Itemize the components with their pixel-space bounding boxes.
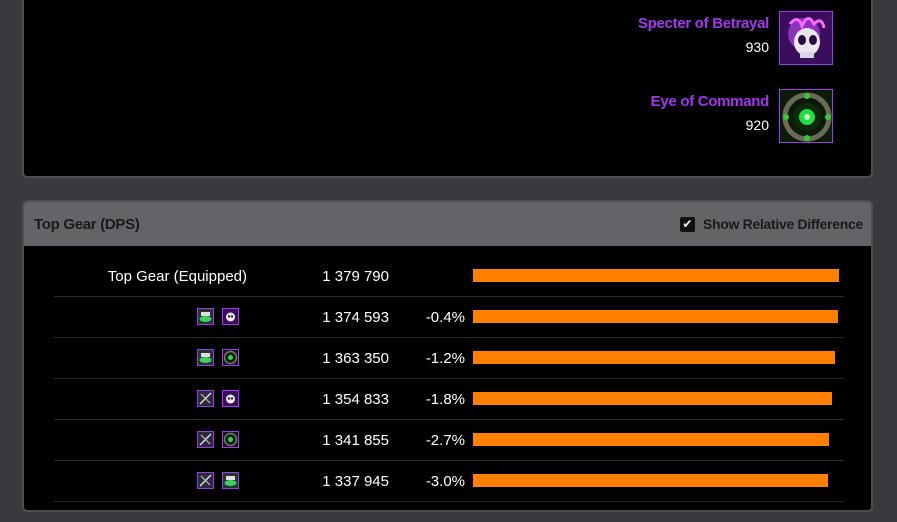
item-level: 930 (745, 39, 769, 55)
dps-bar (473, 474, 828, 487)
row-item-icons (197, 349, 239, 366)
row-relative-difference: -1.8% (425, 391, 465, 408)
equipped-items-panel: Specter of Betrayal 930 Eye of Command 9… (22, 0, 873, 178)
dps-bar-track (473, 392, 839, 405)
row-relative-difference: -0.4% (425, 309, 465, 326)
ring-green-icon[interactable] (222, 472, 239, 489)
sword-ring-icon[interactable] (197, 472, 214, 489)
row-item-icons (197, 472, 239, 489)
ring-green-icon[interactable] (197, 349, 214, 366)
dps-bar (473, 351, 835, 364)
checkbox-checked-icon[interactable]: ✔ (679, 216, 695, 232)
dps-bar-track (473, 474, 839, 487)
row-relative-difference: -2.7% (425, 432, 465, 449)
row-dps: 1 363 350 (322, 350, 389, 367)
item-level: 920 (745, 117, 769, 133)
sword-ring-icon[interactable] (197, 431, 214, 448)
row-dps: 1 379 790 (322, 268, 389, 285)
row-dps: 1 341 855 (322, 432, 389, 449)
dps-bar-track (473, 269, 839, 282)
eye-trinket-icon[interactable] (222, 349, 239, 366)
result-row[interactable]: 1 354 833 -1.8% (54, 379, 844, 420)
relative-difference-toggle[interactable]: ✔ Show Relative Difference (679, 215, 863, 233)
dps-bar (473, 310, 838, 323)
item-name[interactable]: Eye of Command (651, 93, 770, 110)
results-list: Top Gear (Equipped) 1 379 790 1 374 593 -0.… (54, 256, 844, 502)
item-eye-of-command[interactable]: Eye of Command 920 (433, 89, 833, 147)
row-label: Top Gear (Equipped) (107, 268, 247, 285)
dps-bar (473, 269, 839, 282)
row-relative-difference: -3.0% (425, 473, 465, 490)
toggle-label: Show Relative Difference (702, 216, 863, 232)
result-row[interactable]: 1 337 945 -3.0% (54, 461, 844, 502)
row-item-icons (197, 308, 239, 325)
row-dps: 1 354 833 (322, 391, 389, 408)
result-row[interactable]: Top Gear (Equipped) 1 379 790 (54, 256, 844, 297)
top-gear-panel: Top Gear (DPS) ✔ Show Relative Differenc… (22, 200, 873, 512)
item-specter-of-betrayal[interactable]: Specter of Betrayal 930 (433, 11, 833, 69)
row-dps: 1 337 945 (322, 473, 389, 490)
item-name[interactable]: Specter of Betrayal (638, 15, 769, 32)
row-relative-difference: -1.2% (425, 350, 465, 367)
row-item-icons (197, 390, 239, 407)
skull-trinket-icon[interactable] (779, 11, 833, 65)
row-item-icons (197, 431, 239, 448)
eye-trinket-icon[interactable] (222, 431, 239, 448)
skull-trinket-icon[interactable] (222, 308, 239, 325)
skull-trinket-icon[interactable] (222, 390, 239, 407)
row-dps: 1 374 593 (322, 309, 389, 326)
dps-bar (473, 433, 829, 446)
dps-bar-track (473, 310, 839, 323)
eye-trinket-icon[interactable] (779, 89, 833, 143)
result-row[interactable]: 1 374 593 -0.4% (54, 297, 844, 338)
sword-ring-icon[interactable] (197, 390, 214, 407)
panel-header: Top Gear (DPS) ✔ Show Relative Differenc… (24, 202, 871, 246)
dps-bar (473, 392, 833, 405)
dps-bar-track (473, 433, 839, 446)
result-row[interactable]: 1 363 350 -1.2% (54, 338, 844, 379)
result-row[interactable]: 1 341 855 -2.7% (54, 420, 844, 461)
panel-title: Top Gear (DPS) (34, 216, 140, 233)
ring-green-icon[interactable] (197, 308, 214, 325)
dps-bar-track (473, 351, 839, 364)
